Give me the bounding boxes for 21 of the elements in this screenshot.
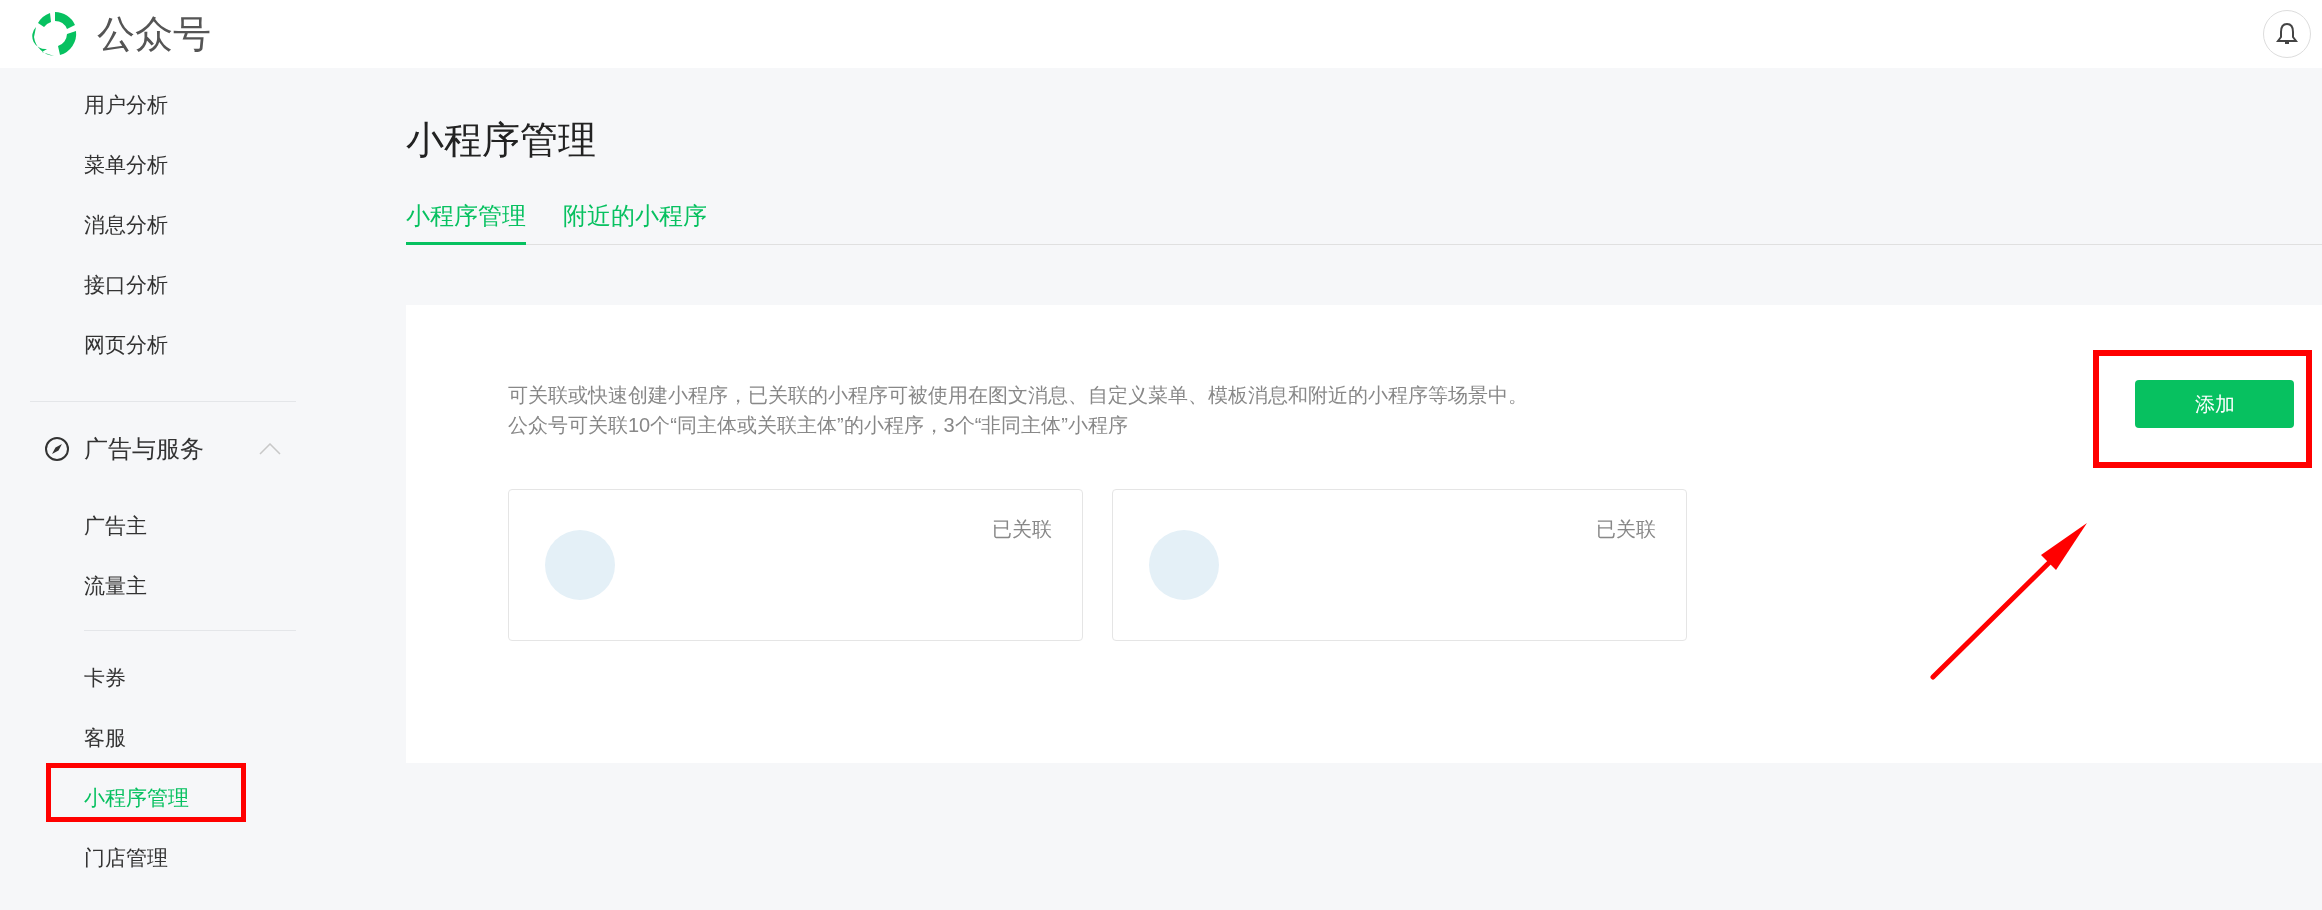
sidebar-item[interactable]: 客服 [84, 722, 126, 754]
page-title: 小程序管理 [406, 121, 597, 159]
app-title: 公众号 [97, 15, 211, 53]
sidebar-item[interactable]: 广告主 [84, 510, 147, 542]
sidebar-item[interactable]: 卡券 [84, 662, 126, 694]
link-status: 已关联 [992, 517, 1052, 542]
sidebar-item[interactable]: 流量主 [84, 570, 147, 602]
sidebar-group-label[interactable]: 广告与服务 [84, 431, 259, 467]
sidebar-item[interactable]: 用户分析 [84, 89, 168, 121]
compass-icon [44, 436, 70, 462]
sidebar-item[interactable]: 门店管理 [84, 842, 168, 874]
sidebar-item[interactable]: 网页分析 [84, 329, 168, 361]
description-text: 公众号可关联10个“同主体或关联主体”的小程序，3个“非同主体”小程序 [508, 413, 1129, 438]
description-text: 可关联或快速创建小程序，已关联的小程序可被使用在图文消息、自定义菜单、模板消息和附近的小程序等场景中。 [508, 383, 1529, 408]
sidebar-item[interactable]: 菜单分析 [84, 149, 168, 181]
mini-program-card[interactable]: 已关联 [508, 489, 1083, 641]
notification-bell-icon[interactable] [2263, 10, 2311, 58]
sidebar-item[interactable]: 消息分析 [84, 209, 168, 241]
mini-program-card[interactable]: 已关联 [1112, 489, 1687, 641]
sidebar-item[interactable]: 接口分析 [84, 269, 168, 301]
link-status: 已关联 [1596, 517, 1656, 542]
